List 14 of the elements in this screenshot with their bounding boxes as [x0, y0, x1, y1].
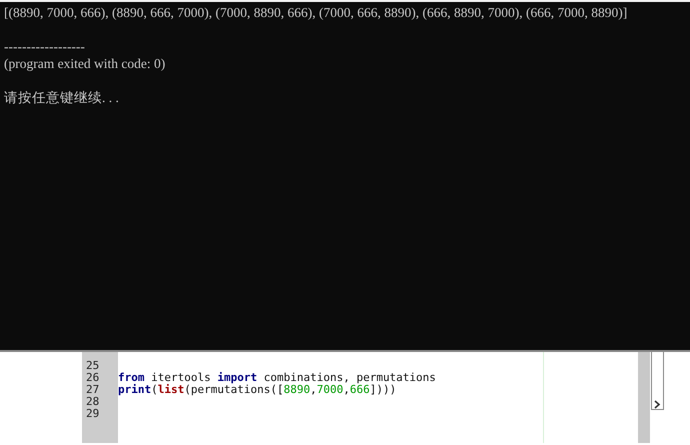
exit-code-message: (program exited with code: 0): [4, 55, 166, 72]
scrollbar[interactable]: [638, 352, 650, 443]
line-number: 26: [85, 372, 100, 384]
line-number: 29: [85, 408, 100, 420]
code-line: print(list(permutations([8890,7000,666]))): [118, 384, 396, 396]
press-any-key-prompt: 请按任意键继续. . .: [4, 89, 120, 106]
line-number: 27: [85, 384, 100, 396]
console-separator-line: ------------------: [4, 38, 86, 55]
code-line: from itertools import combinations, permutations: [118, 372, 437, 384]
line-number: 25: [85, 360, 100, 372]
line-number: 28: [85, 396, 100, 408]
scroll-right-arrow-icon[interactable]: [651, 352, 664, 410]
console-output-line: [(8890, 7000, 666), (8890, 666, 7000), (7000, 8890, 666), (7000, 666, 8890), (666, 8890, 7000), (666, 7000, 8890)]: [4, 4, 628, 21]
code-editor[interactable]: from itertools import combinations, permutations print(list(permutations([8890,7000,666]))): [118, 352, 544, 443]
